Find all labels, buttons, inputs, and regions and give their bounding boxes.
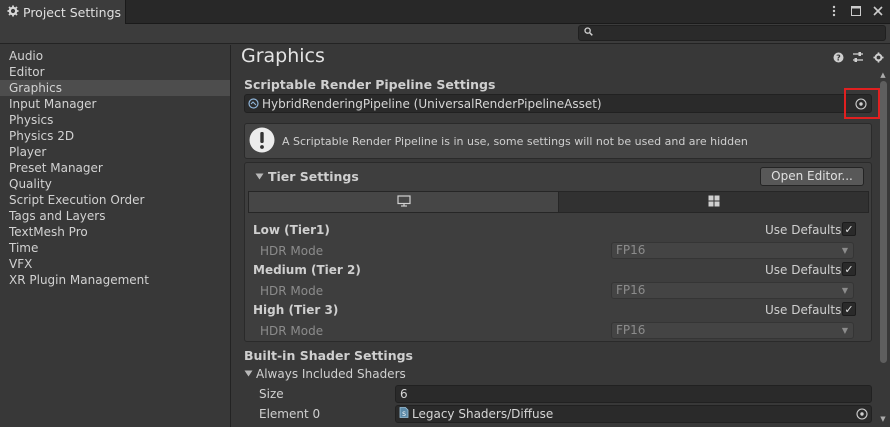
srp-asset-field[interactable]: HybridRenderingPipeline (UniversalRender…: [244, 94, 872, 113]
size-field[interactable]: 6: [395, 385, 872, 403]
dropdown-caret-icon: ▼: [841, 326, 848, 335]
sidebar-item-editor[interactable]: Editor: [0, 64, 230, 80]
sidebar-item-preset-manager[interactable]: Preset Manager: [0, 160, 230, 176]
use-defaults-label: Use Defaults: [765, 303, 842, 317]
object-picker-icon[interactable]: [856, 408, 868, 420]
kebab-menu-icon[interactable]: [828, 4, 840, 18]
shader-asset-icon: S: [399, 406, 409, 422]
tier-row-high: High (Tier 3) Use Defaults ✓: [253, 301, 863, 319]
element-0-field[interactable]: S Legacy Shaders/Diffuse: [395, 405, 872, 423]
search-bar: [0, 24, 890, 44]
use-defaults-label: Use Defaults: [765, 223, 842, 237]
help-message: A Scriptable Render Pipeline is in use, …: [282, 134, 748, 148]
settings-sidebar: Audio Editor Graphics Input Manager Phys…: [0, 45, 231, 427]
sidebar-item-time[interactable]: Time: [0, 240, 230, 256]
scroll-down-arrow-icon[interactable]: ▼: [879, 415, 887, 423]
sidebar-item-quality[interactable]: Quality: [0, 176, 230, 192]
sidebar-item-tags-and-layers[interactable]: Tags and Layers: [0, 208, 230, 224]
vertical-scrollbar[interactable]: ▲ ▼: [879, 71, 887, 423]
element-0-value: Legacy Shaders/Diffuse: [412, 407, 554, 421]
sidebar-item-physics[interactable]: Physics: [0, 112, 230, 128]
tier-settings-foldout[interactable]: Tier Settings: [255, 169, 359, 184]
tab-windows[interactable]: [559, 192, 868, 212]
hdr-mode-label: HDR Mode: [260, 324, 324, 338]
use-defaults-checkbox[interactable]: ✓: [842, 302, 856, 316]
platform-tabs: [248, 191, 869, 213]
tier-row-low: Low (Tier1) Use Defaults ✓: [253, 221, 863, 239]
maximize-icon[interactable]: [850, 4, 862, 18]
sidebar-item-graphics[interactable]: Graphics: [0, 80, 230, 96]
foldout-arrow-icon: [255, 169, 264, 184]
sidebar-item-audio[interactable]: Audio: [0, 48, 230, 64]
hdr-mode-value: FP16: [616, 243, 646, 257]
sidebar-item-script-execution-order[interactable]: Script Execution Order: [0, 192, 230, 208]
tier-row-medium: Medium (Tier 2) Use Defaults ✓: [253, 261, 863, 279]
builtin-shader-section-label: Built-in Shader Settings: [244, 348, 413, 363]
use-defaults-checkbox[interactable]: ✓: [842, 262, 856, 276]
sidebar-item-vfx[interactable]: VFX: [0, 256, 230, 272]
monitor-icon: [396, 194, 411, 210]
search-input[interactable]: [578, 25, 886, 41]
gear-icon: [7, 5, 19, 20]
always-included-shaders-foldout[interactable]: Always Included Shaders: [244, 367, 406, 381]
tab-standalone[interactable]: [249, 192, 559, 212]
tab-project-settings[interactable]: Project Settings: [0, 0, 126, 25]
annotation-highlight-box: [844, 88, 880, 119]
tier-settings-box: Tier Settings Open Editor... Low (Tier1)…: [244, 162, 872, 342]
always-included-label: Always Included Shaders: [256, 367, 406, 381]
search-icon: [584, 27, 593, 39]
tier-settings-header: Tier Settings: [268, 169, 359, 184]
use-defaults-label: Use Defaults: [765, 263, 842, 277]
hdr-mode-value: FP16: [616, 283, 646, 297]
dropdown-caret-icon: ▼: [841, 246, 848, 255]
windows-logo-icon: [708, 195, 720, 210]
gear-icon[interactable]: [872, 51, 884, 63]
hdr-mode-dropdown: FP16 ▼: [611, 282, 854, 299]
dropdown-caret-icon: ▼: [841, 286, 848, 295]
info-icon: [249, 127, 275, 156]
tier-name: Low (Tier1): [253, 223, 330, 237]
close-icon[interactable]: [872, 4, 884, 18]
open-editor-button[interactable]: Open Editor...: [760, 167, 864, 186]
tier-name: High (Tier 3): [253, 303, 339, 317]
tier-name: Medium (Tier 2): [253, 263, 361, 277]
use-defaults-checkbox[interactable]: ✓: [842, 222, 856, 236]
size-label: Size: [259, 387, 284, 401]
svg-text:?: ?: [836, 53, 841, 62]
tab-title: Project Settings: [23, 5, 122, 20]
sidebar-item-textmesh-pro[interactable]: TextMesh Pro: [0, 224, 230, 240]
sidebar-item-xr-plugin-management[interactable]: XR Plugin Management: [0, 272, 230, 288]
srp-section-label: Scriptable Render Pipeline Settings: [244, 77, 496, 92]
element-0-label: Element 0: [259, 407, 321, 421]
preset-settings-icon[interactable]: [852, 51, 864, 63]
svg-text:S: S: [402, 411, 406, 418]
sidebar-item-input-manager[interactable]: Input Manager: [0, 96, 230, 112]
hdr-mode-label: HDR Mode: [260, 244, 324, 258]
render-pipeline-asset-icon: [248, 98, 259, 109]
info-help-box: A Scriptable Render Pipeline is in use, …: [244, 123, 872, 159]
hdr-mode-dropdown: FP16 ▼: [611, 242, 854, 259]
hdr-mode-label: HDR Mode: [260, 284, 324, 298]
hdr-mode-dropdown: FP16 ▼: [611, 322, 854, 339]
hdr-mode-value: FP16: [616, 323, 646, 337]
sidebar-item-player[interactable]: Player: [0, 144, 230, 160]
graphics-settings-panel: Graphics ? ▲ ▼ Scriptable Render Pipelin…: [232, 45, 890, 427]
page-title: Graphics: [241, 45, 325, 67]
srp-asset-value: HybridRenderingPipeline (UniversalRender…: [262, 96, 602, 111]
window-titlebar: Project Settings: [0, 0, 890, 25]
help-icon[interactable]: ?: [832, 51, 844, 63]
sidebar-item-physics-2d[interactable]: Physics 2D: [0, 128, 230, 144]
scroll-up-arrow-icon[interactable]: ▲: [879, 71, 887, 79]
scroll-thumb[interactable]: [880, 81, 887, 363]
foldout-arrow-icon: [244, 367, 253, 381]
